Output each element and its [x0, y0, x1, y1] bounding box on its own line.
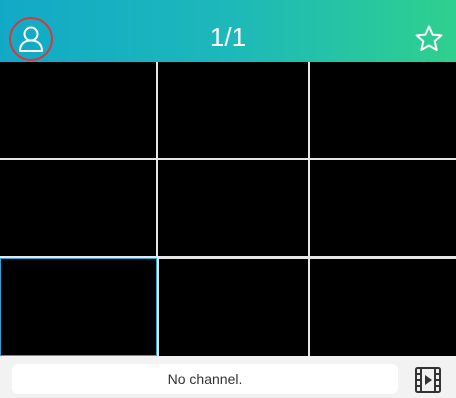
video-cell-9[interactable] [310, 259, 456, 356]
bottom-bar: No channel. [0, 356, 456, 398]
favorites-button[interactable] [414, 24, 444, 54]
video-cell-4[interactable] [0, 160, 156, 256]
star-icon [415, 25, 443, 51]
video-cell-2[interactable] [158, 62, 308, 158]
playback-video-icon [415, 367, 441, 393]
video-cell-6[interactable] [310, 160, 456, 256]
video-cell-8[interactable] [159, 259, 308, 356]
page-indicator: 1/1 [209, 22, 247, 52]
live-view-screen: 1/1 No channel. [0, 0, 456, 398]
video-cell-5[interactable] [158, 160, 308, 256]
video-cell-7[interactable] [0, 258, 157, 356]
user-icon [19, 26, 43, 52]
video-cell-1[interactable] [0, 62, 156, 158]
playback-button[interactable] [414, 366, 442, 394]
video-grid [0, 62, 456, 356]
user-button[interactable] [9, 17, 53, 61]
video-cell-3[interactable] [310, 62, 456, 158]
channel-status: No channel. [12, 364, 398, 394]
top-bar: 1/1 [0, 0, 456, 62]
